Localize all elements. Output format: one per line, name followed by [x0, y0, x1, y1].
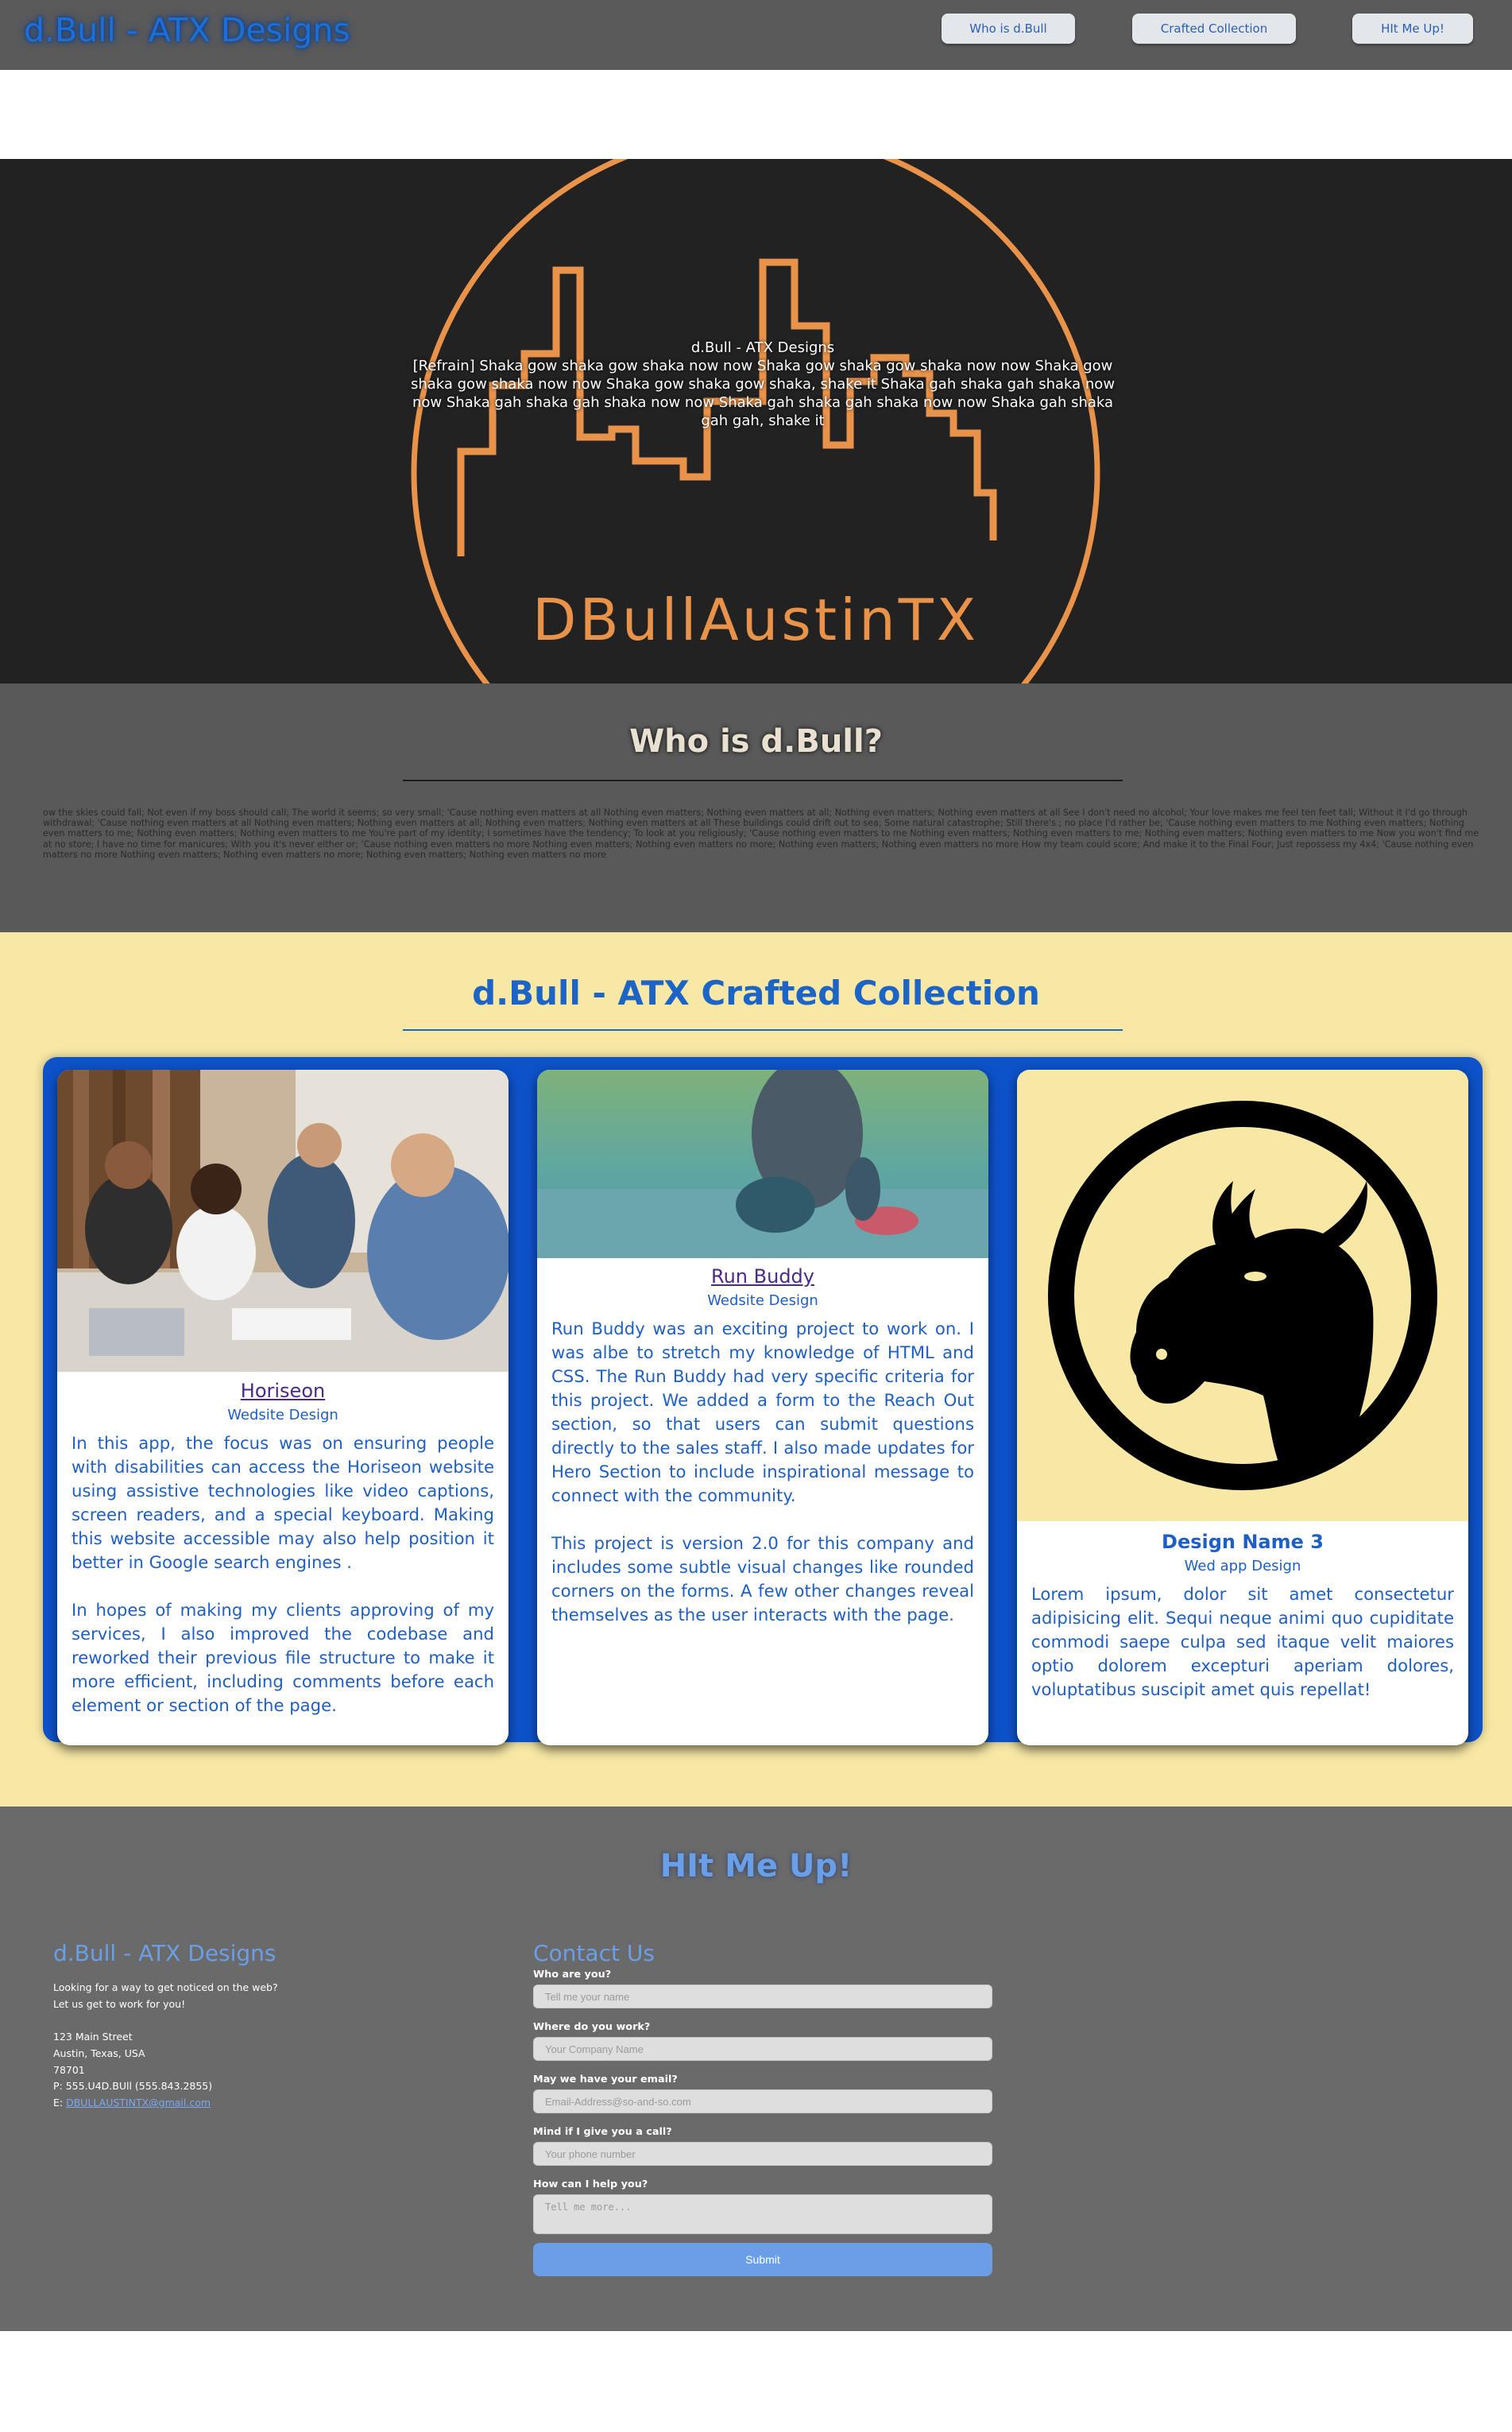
contact-address: 123 Main Street Austin, Texas, USA 78701…: [53, 2029, 212, 2112]
project-description: Run Buddy was an exciting project to wor…: [551, 1317, 974, 1627]
tagline-line-1: Looking for a way to get noticed on the …: [53, 1981, 278, 1993]
project-description: Lorem ipsum, dolor sit amet consectetur …: [1031, 1582, 1454, 1702]
contact-email-line: E: DBULLAUSTINTX@gmail.com: [53, 2095, 212, 2112]
message-label: How can I help you?: [533, 2178, 648, 2190]
address-street: 123 Main Street: [53, 2031, 133, 2043]
project-description: In this app, the focus was on ensuring p…: [72, 1431, 494, 1718]
nav-who-is-dbull[interactable]: Who is d.Bull: [942, 14, 1075, 44]
team-meeting-photo: [57, 1070, 509, 1372]
hero-heading: d.Bull - ATX Designs: [690, 339, 835, 356]
contact-tagline: Looking for a way to get noticed on the …: [53, 1980, 278, 2013]
submit-button[interactable]: Submit: [533, 2243, 992, 2276]
site-header: d.Bull - ATX Designs Who is d.Bull Craft…: [0, 0, 1512, 70]
contact-title: HIt Me Up!: [659, 1848, 853, 1884]
project-card-design-3: Design Name 3 Wed app Design Lorem ipsum…: [1017, 1070, 1468, 1745]
nav-crafted-collection[interactable]: Crafted Collection: [1132, 14, 1296, 44]
project-cards-container: Horiseon Wedsite Design In this app, the…: [43, 1057, 1483, 1745]
phone-label: Mind if I give you a call?: [533, 2126, 672, 2138]
project-subtitle: Wed app Design: [1184, 1558, 1301, 1574]
logo-wordmark: DBullAustinTX: [532, 587, 979, 653]
site-title[interactable]: d.Bull - ATX Designs: [24, 11, 350, 49]
company-label: Where do you work?: [533, 2021, 651, 2033]
email-label: May we have your email?: [533, 2074, 678, 2085]
hero-body: [Refrain] Shaka gow shaka gow shaka now …: [410, 358, 1116, 429]
project-subtitle: Wedsite Design: [227, 1407, 338, 1423]
project-title-run-buddy[interactable]: Run Buddy: [537, 1265, 988, 1288]
contact-email-link[interactable]: DBULLAUSTINTX@gmail.com: [66, 2097, 211, 2109]
project-paragraph: In this app, the focus was on ensuring p…: [72, 1433, 494, 1572]
project-paragraph: Lorem ipsum, dolor sit amet consectetur …: [1031, 1584, 1454, 1699]
project-card-horiseon: Horiseon Wedsite Design In this app, the…: [57, 1070, 509, 1745]
project-subtitle: Wedsite Design: [707, 1292, 818, 1309]
bull-logo-icon: [1017, 1070, 1468, 1521]
message-textarea[interactable]: [533, 2194, 992, 2234]
about-title: Who is d.Bull?: [629, 723, 883, 760]
tagline-line-2: Let us get to work for you!: [53, 1997, 186, 2010]
project-paragraph: Run Buddy was an exciting project to wor…: [551, 1319, 974, 1505]
contact-section: HIt Me Up! d.Bull - ATX Designs Looking …: [0, 1807, 1512, 2331]
nav-hit-me-up[interactable]: HIt Me Up!: [1352, 14, 1473, 44]
portfolio-divider: [403, 1029, 1123, 1031]
project-card-run-buddy: Run Buddy Wedsite Design Run Buddy was a…: [537, 1070, 988, 1745]
email-input[interactable]: [533, 2089, 992, 2113]
runner-photo: [537, 1070, 988, 1258]
about-body: ow the skies could fall; Not even if my …: [43, 807, 1479, 860]
name-label: Who are you?: [533, 1969, 612, 1981]
contact-form-title: Contact Us: [533, 1940, 655, 1966]
name-input[interactable]: [533, 1985, 992, 2008]
about-divider: [403, 780, 1123, 781]
contact-phone: P: 555.U4D.BUll (555.843.2855): [53, 2080, 213, 2093]
about-section: Who is d.Bull? ow the skies could fall; …: [0, 684, 1512, 932]
hero-section: DBullAustinTX d.Bull - ATX Designs [Refr…: [0, 159, 1512, 684]
address-city: Austin, Texas, USA: [53, 2047, 145, 2059]
address-zip: 78701: [53, 2063, 85, 2076]
project-title-design-3[interactable]: Design Name 3: [1017, 1531, 1468, 1553]
hero-text: d.Bull - ATX Designs [Refrain] Shaka gow…: [401, 339, 1124, 430]
company-input[interactable]: [533, 2037, 992, 2061]
project-paragraph: In hopes of making my clients approving …: [72, 1600, 494, 1715]
email-prefix: E:: [53, 2097, 67, 2109]
project-paragraph: This project is version 2.0 for this com…: [551, 1533, 974, 1625]
portfolio-title: d.Bull - ATX Crafted Collection: [472, 974, 1040, 1013]
project-title-horiseon[interactable]: Horiseon: [57, 1380, 509, 1402]
phone-input[interactable]: [533, 2142, 992, 2166]
portfolio-section: d.Bull - ATX Crafted Collection Horiseon…: [0, 932, 1512, 1807]
contact-info-title: d.Bull - ATX Designs: [53, 1940, 276, 1966]
